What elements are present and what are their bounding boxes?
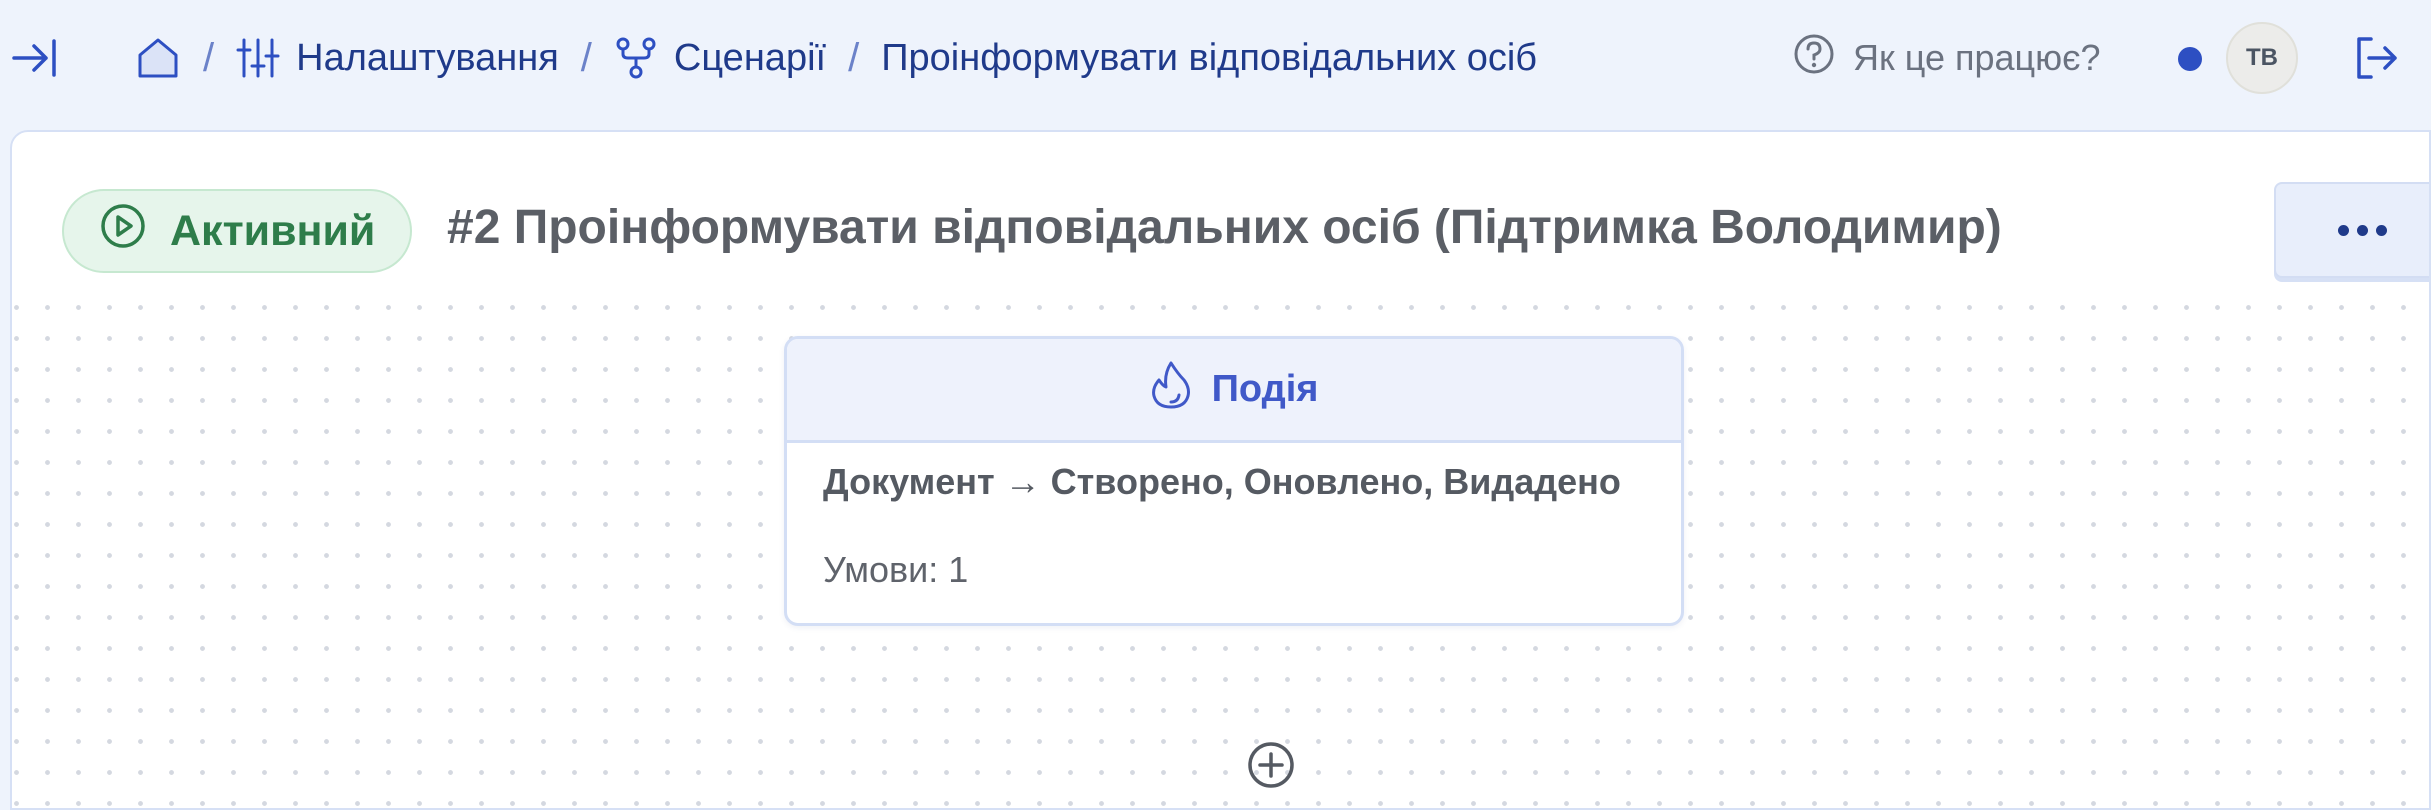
- breadcrumb-current-label: Проінформувати відповідальних осіб: [881, 36, 1538, 79]
- status-label: Активний: [170, 206, 376, 255]
- breadcrumb-current: Проінформувати відповідальних осіб: [881, 37, 1537, 80]
- event-card-title: Подія: [1211, 368, 1319, 410]
- page-title: #2 Проінформувати відповідальних осіб (П…: [447, 201, 2002, 254]
- question-circle-icon: [1793, 33, 1835, 84]
- status-badge[interactable]: Активний: [62, 189, 412, 273]
- breadcrumb-separator: /: [203, 35, 215, 80]
- breadcrumb-settings[interactable]: Налаштування: [236, 36, 559, 80]
- play-circle-icon: [100, 203, 146, 260]
- more-options-button[interactable]: [2274, 182, 2429, 278]
- breadcrumb: / Налаштування / Сценарії / Проінформува…: [135, 28, 1537, 88]
- plus-circle-icon: [1247, 741, 1295, 794]
- more-horizontal-icon: [2375, 224, 2387, 236]
- scenario-panel: Активний #2 Проінформувати відповідальни…: [10, 130, 2431, 810]
- help-label: Як це працює?: [1853, 37, 2101, 78]
- branch-flow-icon: [614, 36, 658, 80]
- event-trigger-text: Документ → Створено, Оновлено, Видадено: [823, 461, 1621, 502]
- breadcrumb-scenarios[interactable]: Сценарії: [614, 36, 826, 80]
- event-card-header: Подія: [787, 339, 1681, 443]
- flame-icon: [1150, 360, 1192, 420]
- breadcrumb-separator: /: [580, 35, 592, 80]
- more-horizontal-icon: [2337, 224, 2349, 236]
- help-link[interactable]: Як це працює?: [1793, 30, 2101, 86]
- avatar-initials: ТВ: [2246, 44, 2278, 71]
- more-horizontal-icon: [2356, 224, 2368, 236]
- home-icon[interactable]: [135, 35, 181, 81]
- top-bar: / Налаштування / Сценарії / Проінформува…: [0, 0, 2431, 118]
- breadcrumb-scenarios-label: Сценарії: [673, 36, 827, 79]
- avatar[interactable]: ТВ: [2226, 22, 2298, 94]
- breadcrumb-settings-label: Налаштування: [296, 36, 559, 79]
- add-step-button[interactable]: [1246, 741, 1296, 794]
- event-trigger-card[interactable]: Подія Документ → Створено, Оновлено, Вид…: [784, 336, 1684, 626]
- online-status-indicator: [2178, 47, 2202, 71]
- sliders-icon: [236, 36, 280, 80]
- event-conditions-text: Умови: 1: [823, 549, 969, 590]
- breadcrumb-separator: /: [848, 35, 860, 80]
- sidebar-expand-icon[interactable]: [10, 33, 60, 83]
- logout-icon[interactable]: [2350, 32, 2402, 84]
